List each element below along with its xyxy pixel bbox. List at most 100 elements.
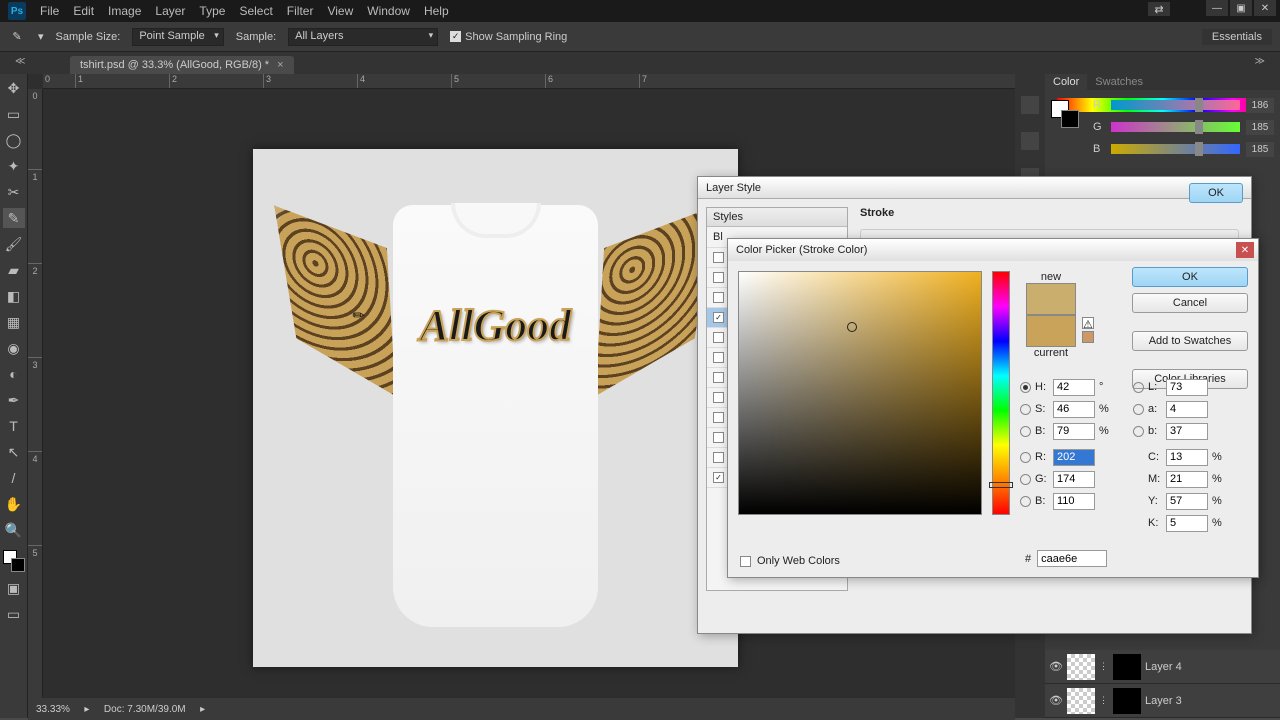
dodge-tool[interactable]: ◐ [3,364,25,384]
blur-tool[interactable]: ◉ [3,338,25,358]
warning-icon[interactable]: ⚠ [1082,317,1094,329]
r-input[interactable] [1053,449,1095,466]
clone-stamp-tool[interactable]: ▰ [3,260,25,280]
y-input[interactable] [1166,493,1208,510]
b-slider[interactable] [1111,144,1240,154]
r-value[interactable]: 186 [1246,98,1274,113]
b-radio[interactable] [1020,426,1031,437]
magic-wand-tool[interactable]: ✦ [3,156,25,176]
saturation-brightness-field[interactable] [738,271,982,515]
pen-tool[interactable]: ✒ [3,390,25,410]
tab-close-icon[interactable]: × [277,59,283,71]
layer-row[interactable]: 👁 ⋮ Layer 4 [1045,650,1280,684]
r-slider[interactable] [1111,100,1240,110]
lab-b-radio[interactable] [1133,426,1144,437]
layer-row[interactable]: 👁 ⋮ Layer 3 [1045,684,1280,718]
s-input[interactable] [1053,401,1095,418]
b2-input[interactable] [1053,493,1095,510]
maximize-button[interactable]: ▣ [1230,0,1252,16]
foreground-background-colors[interactable] [3,550,25,572]
screen-mode-button[interactable]: ⇄ [1148,2,1170,16]
color-cursor[interactable] [847,322,857,332]
visibility-icon[interactable]: 👁 [1049,694,1063,707]
path-selection-tool[interactable]: ↖ [3,442,25,462]
menu-filter[interactable]: Filter [287,4,314,18]
color-picker-dialog[interactable]: Color Picker (Stroke Color) ✕ new curren… [727,238,1259,578]
b-value[interactable]: 185 [1246,142,1274,157]
styles-list-header[interactable]: Styles [707,208,847,227]
zoom-readout[interactable]: 33.33% [36,704,70,715]
hand-tool[interactable]: ✋ [3,494,25,514]
g-slider[interactable] [1111,122,1240,132]
k-input[interactable] [1166,515,1208,532]
h-input[interactable] [1053,379,1095,396]
shape-tool[interactable]: / [3,468,25,488]
quick-mask-button[interactable]: ▣ [3,578,25,598]
dock-icon[interactable] [1021,132,1039,150]
tab-swatches[interactable]: Swatches [1087,74,1151,90]
c-input[interactable] [1166,449,1208,466]
show-sampling-ring-checkbox[interactable]: ✓ Show Sampling Ring [450,31,567,43]
hue-slider-thumb[interactable] [989,482,1013,488]
move-tool[interactable]: ✥ [3,78,25,98]
l-radio[interactable] [1133,382,1144,393]
menu-edit[interactable]: Edit [73,4,94,18]
menu-file[interactable]: File [40,4,59,18]
menu-image[interactable]: Image [108,4,141,18]
visibility-icon[interactable]: 👁 [1049,660,1063,673]
gradient-tool[interactable]: ▦ [3,312,25,332]
type-tool[interactable]: T [3,416,25,436]
tab-color[interactable]: Color [1045,74,1087,90]
menu-type[interactable]: Type [199,4,225,18]
layer-mask-thumbnail[interactable] [1113,654,1141,680]
sample-dropdown[interactable]: All Layers [288,28,438,46]
b2-radio[interactable] [1020,496,1031,507]
eyedropper-tool[interactable]: ✎ [3,208,25,228]
b-input[interactable] [1053,423,1095,440]
lab-b-input[interactable] [1166,423,1208,440]
minimize-button[interactable]: — [1206,0,1228,16]
layer-mask-thumbnail[interactable] [1113,688,1141,714]
m-input[interactable] [1166,471,1208,488]
menu-layer[interactable]: Layer [155,4,185,18]
menu-help[interactable]: Help [424,4,449,18]
sample-size-dropdown[interactable]: Point Sample [132,28,223,46]
s-radio[interactable] [1020,404,1031,415]
slider-thumb[interactable] [1195,142,1203,156]
g-value[interactable]: 185 [1246,120,1274,135]
background-swatch[interactable] [11,558,25,572]
r-radio[interactable] [1020,452,1031,463]
g-input[interactable] [1053,471,1095,488]
h-radio[interactable] [1020,382,1031,393]
chevron-right-icon[interactable]: ▸ [198,704,208,715]
layer-style-ok-button[interactable]: OK [1189,183,1243,203]
dialog-title-bar[interactable]: Color Picker (Stroke Color) ✕ [728,239,1258,261]
hue-slider[interactable] [992,271,1010,515]
workspace-switcher[interactable]: Essentials [1202,29,1272,45]
l-input[interactable] [1166,379,1208,396]
marquee-tool[interactable]: ▭ [3,104,25,124]
dialog-title[interactable]: Layer Style [698,177,1251,199]
menu-select[interactable]: Select [239,4,272,18]
chevron-right-icon[interactable]: ▸ [82,704,92,715]
eraser-tool[interactable]: ◧ [3,286,25,306]
layer-name[interactable]: Layer 3 [1145,695,1182,707]
a-input[interactable] [1166,401,1208,418]
only-web-colors-checkbox[interactable]: Only Web Colors [740,555,840,567]
hex-input[interactable] [1037,550,1107,567]
screen-mode-menu[interactable]: ▭ [3,604,25,624]
ok-button[interactable]: OK [1132,267,1248,287]
layer-thumbnail[interactable] [1067,688,1095,714]
menu-window[interactable]: Window [367,4,410,18]
layer-name[interactable]: Layer 4 [1145,661,1182,673]
layer-thumbnail[interactable] [1067,654,1095,680]
web-safe-swatch[interactable] [1082,331,1094,343]
document-tab[interactable]: tshirt.psd @ 33.3% (AllGood, RGB/8) * × [70,56,294,74]
tab-scroll-left-icon[interactable]: ≪ [15,56,25,67]
zoom-tool[interactable]: 🔍 [3,520,25,540]
tab-scroll-right-icon[interactable]: ≫ [1255,56,1265,67]
a-radio[interactable] [1133,404,1144,415]
brush-tool[interactable]: 🖌 [3,234,25,254]
panel-fg-bg-swatch[interactable] [1051,100,1079,128]
menu-view[interactable]: View [327,4,353,18]
